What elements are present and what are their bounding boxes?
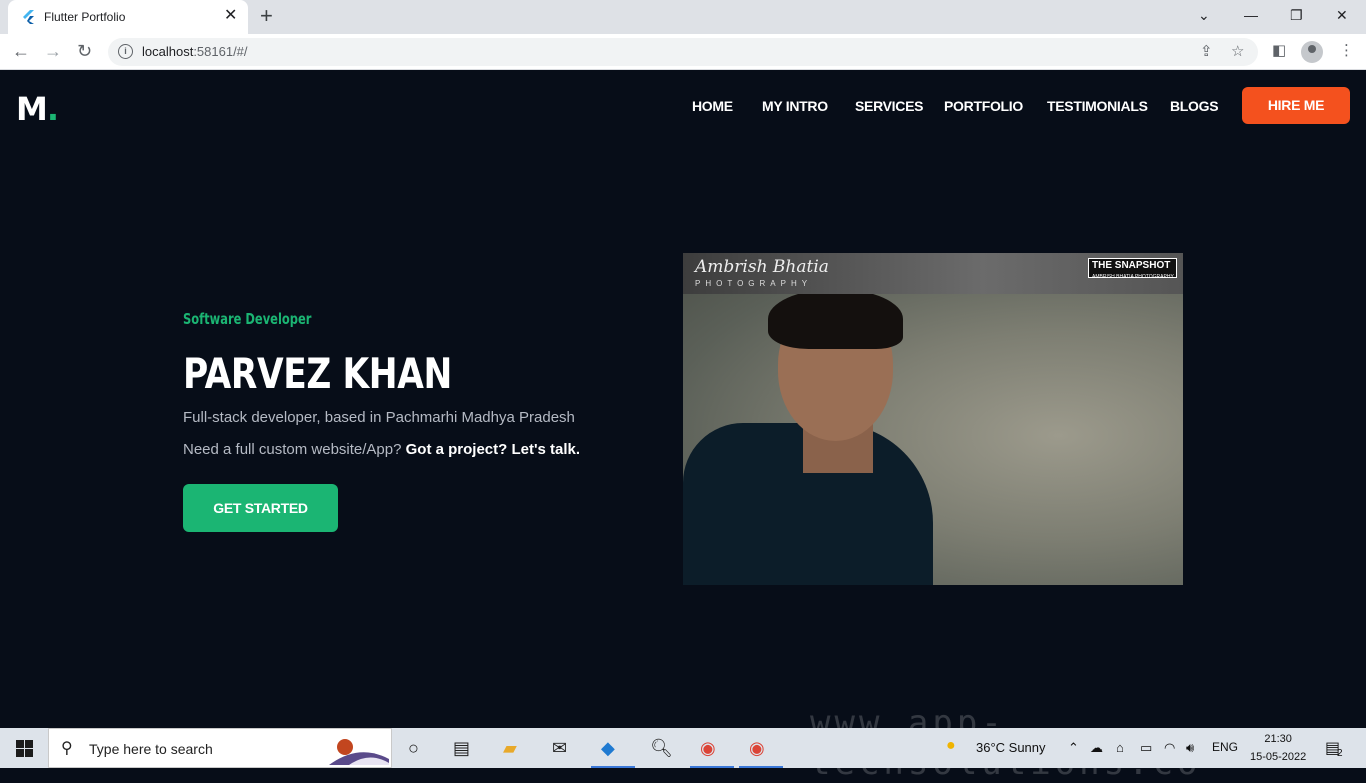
clock-date: 15-05-2022 xyxy=(1250,751,1307,763)
url-text: localhost:58161/#/ xyxy=(142,44,248,59)
minimize-button[interactable]: — xyxy=(1244,6,1258,24)
flutter-icon xyxy=(23,10,34,24)
network-icon[interactable]: ⌂ xyxy=(1116,740,1124,755)
forward-icon[interactable]: → xyxy=(44,41,62,61)
show-hidden-icons-icon[interactable]: ⌃ xyxy=(1068,740,1079,756)
nav-blogs[interactable]: BLOGS xyxy=(1170,98,1219,114)
photo-signature: Ambrish Bhatia xyxy=(695,257,829,277)
logo-dot: . xyxy=(46,90,59,128)
url-host: localhost xyxy=(142,44,194,59)
cta-text: Need a full custom website/App? xyxy=(183,441,406,458)
nav-my-intro[interactable]: MY INTRO xyxy=(762,98,828,114)
logo-letter: M xyxy=(16,90,48,128)
browser-tab-bar: Flutter Portfolio ✕ + ⌄ — ❐ ✕ xyxy=(0,0,1366,34)
photo-badge-title: THE SNAPSHOT xyxy=(1092,260,1171,271)
language-indicator[interactable]: ENG xyxy=(1212,740,1238,754)
nav-services[interactable]: SERVICES xyxy=(855,98,923,114)
site-info-icon[interactable]: i xyxy=(118,44,133,59)
photo-badge-sub: AMBRISH BHATIA PHOTOGRAPHY xyxy=(1092,274,1174,280)
side-panel-icon[interactable]: ◧ xyxy=(1272,42,1286,60)
new-tab-button[interactable]: + xyxy=(260,4,273,28)
browser-toolbar: ← → ↻ i localhost:58161/#/ ⇪ ☆ ◧ ⋮ xyxy=(0,34,1366,70)
search-icon: ⚲ xyxy=(61,740,73,757)
nav-portfolio[interactable]: PORTFOLIO xyxy=(944,98,1023,114)
weather-sun-icon[interactable]: ● xyxy=(946,737,956,755)
tab-close-icon[interactable]: ✕ xyxy=(224,7,237,25)
photo-hair xyxy=(768,289,903,349)
hero-description: Full-stack developer, based in Pachmarhi… xyxy=(183,409,575,426)
nav-testimonials[interactable]: TESTIMONIALS xyxy=(1047,98,1148,114)
file-explorer-icon[interactable]: ▰ xyxy=(503,736,517,760)
task-view-icon[interactable]: ○ xyxy=(408,736,419,760)
widgets-icon[interactable]: ▤ xyxy=(453,736,470,760)
reload-icon[interactable]: ↻ xyxy=(77,41,92,61)
hero-cta-line: Need a full custom website/App? Got a pr… xyxy=(183,441,580,458)
search-highlight-icon xyxy=(329,739,389,765)
bookmark-star-icon[interactable]: ☆ xyxy=(1231,44,1244,60)
share-icon[interactable]: ⇪ xyxy=(1200,44,1213,60)
magnifier-app-icon[interactable]: 🔍︎ xyxy=(650,736,673,760)
search-placeholder: Type here to search xyxy=(89,741,213,757)
wifi-icon[interactable]: ◠ xyxy=(1164,740,1175,756)
cta-link[interactable]: Got a project? Let's talk. xyxy=(406,441,580,458)
url-path: :58161/#/ xyxy=(193,44,248,59)
hero-name: PARVEZ KHAN xyxy=(183,349,452,398)
get-started-button[interactable]: GET STARTED xyxy=(183,484,338,532)
hero-role: Software Developer xyxy=(183,310,312,328)
portfolio-page: M. HOME MY INTRO SERVICES PORTFOLIO TEST… xyxy=(0,71,1366,728)
back-icon[interactable]: ← xyxy=(12,41,30,61)
browser-tab[interactable]: Flutter Portfolio ✕ xyxy=(8,0,248,34)
weather-text[interactable]: 36°C Sunny xyxy=(976,740,1046,755)
hire-me-button[interactable]: HIRE ME xyxy=(1242,87,1350,124)
vscode-icon[interactable]: ◆ xyxy=(591,736,635,768)
clock[interactable]: 21:30 15-05-2022 xyxy=(1250,730,1306,766)
taskbar-search-box[interactable]: ⚲ Type here to search xyxy=(48,728,392,768)
windows-start-icon[interactable] xyxy=(16,740,33,757)
close-window-button[interactable]: ✕ xyxy=(1336,6,1348,24)
menu-kebab-icon[interactable]: ⋮ xyxy=(1339,42,1354,60)
chrome-icon[interactable]: ◉ xyxy=(690,736,734,768)
clock-time: 21:30 xyxy=(1264,733,1292,745)
onedrive-icon[interactable]: ☁ xyxy=(1090,740,1103,756)
notification-count-badge: 2 xyxy=(1337,748,1343,759)
chrome-active-icon[interactable]: ◉ xyxy=(739,736,783,768)
tab-title: Flutter Portfolio xyxy=(44,10,126,24)
site-logo[interactable]: M. xyxy=(16,90,59,128)
profile-avatar-icon[interactable] xyxy=(1301,41,1323,63)
battery-icon[interactable]: ▭ xyxy=(1140,740,1152,756)
mail-icon[interactable]: ✉ xyxy=(552,736,567,760)
volume-icon[interactable]: 🔊︎ xyxy=(1186,740,1194,756)
windows-taskbar: ⚲ Type here to search ○ ▤ ▰ ✉ ◆ 🔍︎ ◉ ◉ ●… xyxy=(0,728,1366,768)
profile-photo: Ambrish Bhatia PHOTOGRAPHY THE SNAPSHOT A… xyxy=(683,253,1183,585)
photo-badge: THE SNAPSHOT AMBRISH BHATIA PHOTOGRAPHY xyxy=(1088,258,1177,280)
photo-signature-sub: PHOTOGRAPHY xyxy=(695,279,813,288)
address-bar[interactable]: i localhost:58161/#/ ⇪ ☆ xyxy=(108,38,1258,66)
tab-search-icon[interactable]: ⌄ xyxy=(1198,6,1210,24)
restore-button[interactable]: ❐ xyxy=(1290,6,1303,24)
nav-home[interactable]: HOME xyxy=(692,98,733,114)
